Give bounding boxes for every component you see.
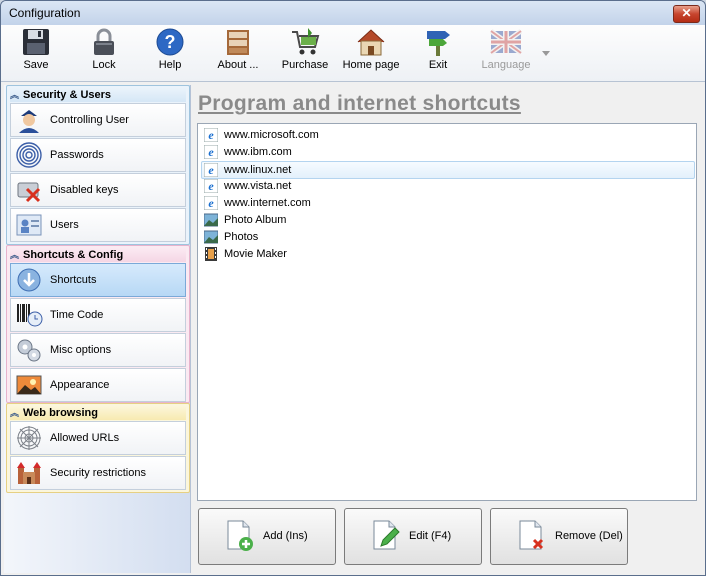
lock-label: Lock <box>92 59 116 71</box>
list-item-selected[interactable]: e www.linux.net <box>201 161 695 179</box>
add-button-label: Add (Ins) <box>263 530 308 542</box>
group-security-users: ︽ Security & Users Controlling User Passw… <box>6 85 190 245</box>
list-item[interactable]: Photos <box>202 229 694 245</box>
landscape-picture-icon <box>16 375 42 395</box>
sidebar-item-shortcuts[interactable]: Shortcuts <box>10 263 186 297</box>
svg-text:e: e <box>208 128 214 142</box>
sidebar-item-security-restrictions[interactable]: Security restrictions <box>10 456 186 490</box>
svg-text:e: e <box>208 179 214 193</box>
ie-icon: e <box>204 128 218 142</box>
collapse-chevron-icon: ︽ <box>10 90 20 100</box>
ie-icon: e <box>204 145 218 159</box>
exit-button[interactable]: Exit <box>417 27 459 77</box>
svg-text:?: ? <box>165 32 176 52</box>
svg-text:e: e <box>208 196 214 210</box>
photo-icon <box>204 230 218 244</box>
sidebar-item-appearance[interactable]: Appearance <box>10 368 186 402</box>
about-label: About ... <box>217 59 259 71</box>
sidebar-item-misc-options[interactable]: Misc options <box>10 333 186 367</box>
fingerprint-icon <box>16 142 42 168</box>
group-header-web-browsing[interactable]: ︽ Web browsing <box>10 406 186 420</box>
group-header-security-users[interactable]: ︽ Security & Users <box>10 88 186 102</box>
ie-icon: e <box>204 163 218 177</box>
list-item[interactable]: e www.ibm.com <box>202 144 694 160</box>
list-item[interactable]: Photo Album <box>202 212 694 228</box>
home-page-label: Home page <box>342 59 400 71</box>
shopping-cart-icon <box>292 28 320 55</box>
photo-icon <box>204 213 218 227</box>
help-button[interactable]: ? Help <box>149 27 191 77</box>
gears-icon <box>17 339 41 362</box>
about-button[interactable]: About ... <box>213 27 263 77</box>
configuration-window: Configuration ✕ Save Lock ? Help About .… <box>0 0 706 576</box>
edit-button-label: Edit (F4) <box>409 530 452 542</box>
toolbar: Save Lock ? Help About ... Purchase Home… <box>1 25 705 82</box>
list-item[interactable]: Movie Maker <box>202 246 694 262</box>
sidebar-item-passwords[interactable]: Passwords <box>10 138 186 172</box>
sidebar-item-disabled-keys[interactable]: Disabled keys <box>10 173 186 207</box>
list-item[interactable]: e www.internet.com <box>202 195 694 211</box>
help-label: Help <box>158 59 182 71</box>
language-dropdown-arrow-icon[interactable] <box>542 51 550 56</box>
sidebar-item-controlling-user[interactable]: Controlling User <box>10 103 186 137</box>
help-icon: ? <box>156 28 184 56</box>
add-button[interactable]: Add (Ins) <box>198 508 336 565</box>
remove-button-label: Remove (Del) <box>555 530 623 542</box>
close-button[interactable]: ✕ <box>673 5 700 23</box>
home-page-button[interactable]: Home page <box>341 27 401 77</box>
barcode-clock-icon <box>17 304 43 327</box>
list-item[interactable]: e www.vista.net <box>202 178 694 194</box>
edit-document-icon <box>373 520 400 550</box>
title-bar[interactable]: Configuration ✕ <box>1 1 705 25</box>
page-title: Program and internet shortcuts <box>198 92 521 115</box>
users-icon <box>16 214 42 236</box>
collapse-chevron-icon: ︽ <box>10 408 20 418</box>
remove-button[interactable]: Remove (Del) <box>490 508 628 565</box>
ie-icon: e <box>204 179 218 193</box>
svg-text:e: e <box>208 145 214 159</box>
purchase-button[interactable]: Purchase <box>280 27 330 77</box>
film-icon <box>205 247 217 261</box>
save-label: Save <box>23 59 49 71</box>
shortcut-arrow-icon <box>17 268 41 292</box>
edit-button[interactable]: Edit (F4) <box>344 508 482 565</box>
sidebar-item-allowed-urls[interactable]: Allowed URLs <box>10 421 186 455</box>
window-title: Configuration <box>9 6 81 20</box>
house-icon <box>357 29 385 56</box>
sidebar: ︽ Security & Users Controlling User Passw… <box>4 85 191 573</box>
padlock-icon <box>94 28 114 55</box>
collapse-chevron-icon: ︽ <box>10 250 20 260</box>
group-shortcuts-config: ︽Shortcuts & Config Shortcuts Time Code <box>6 245 190 403</box>
castle-icon <box>17 462 41 484</box>
language-label: Language <box>481 59 531 71</box>
purchase-label: Purchase <box>281 59 329 71</box>
shortcuts-list[interactable]: e www.microsoft.com e www.ibm.com e www.… <box>197 123 697 501</box>
add-document-icon <box>227 520 253 551</box>
svg-text:e: e <box>208 163 214 177</box>
police-officer-icon <box>19 110 39 133</box>
remove-document-icon <box>519 520 544 550</box>
ie-icon: e <box>204 196 218 210</box>
language-button[interactable]: Language <box>477 27 535 77</box>
exit-signpost-icon <box>427 31 450 56</box>
floppy-disk-icon <box>23 29 49 55</box>
content-area: ︽ Security & Users Controlling User Passw… <box>1 82 705 575</box>
spider-web-icon <box>17 426 41 450</box>
info-box-icon <box>227 30 249 55</box>
lock-button[interactable]: Lock <box>83 27 125 77</box>
save-button[interactable]: Save <box>15 27 57 77</box>
list-item[interactable]: e www.microsoft.com <box>202 127 694 143</box>
exit-label: Exit <box>428 59 448 71</box>
disabled-keys-icon <box>17 182 41 203</box>
sidebar-item-time-code[interactable]: Time Code <box>10 298 186 332</box>
sidebar-item-users[interactable]: Users <box>10 208 186 242</box>
group-header-shortcuts-config[interactable]: ︽ Shortcuts & Config <box>10 248 186 262</box>
uk-flag-icon <box>490 28 522 56</box>
group-web-browsing: ︽ Web browsing Allowed URLs Security rest… <box>6 403 190 493</box>
